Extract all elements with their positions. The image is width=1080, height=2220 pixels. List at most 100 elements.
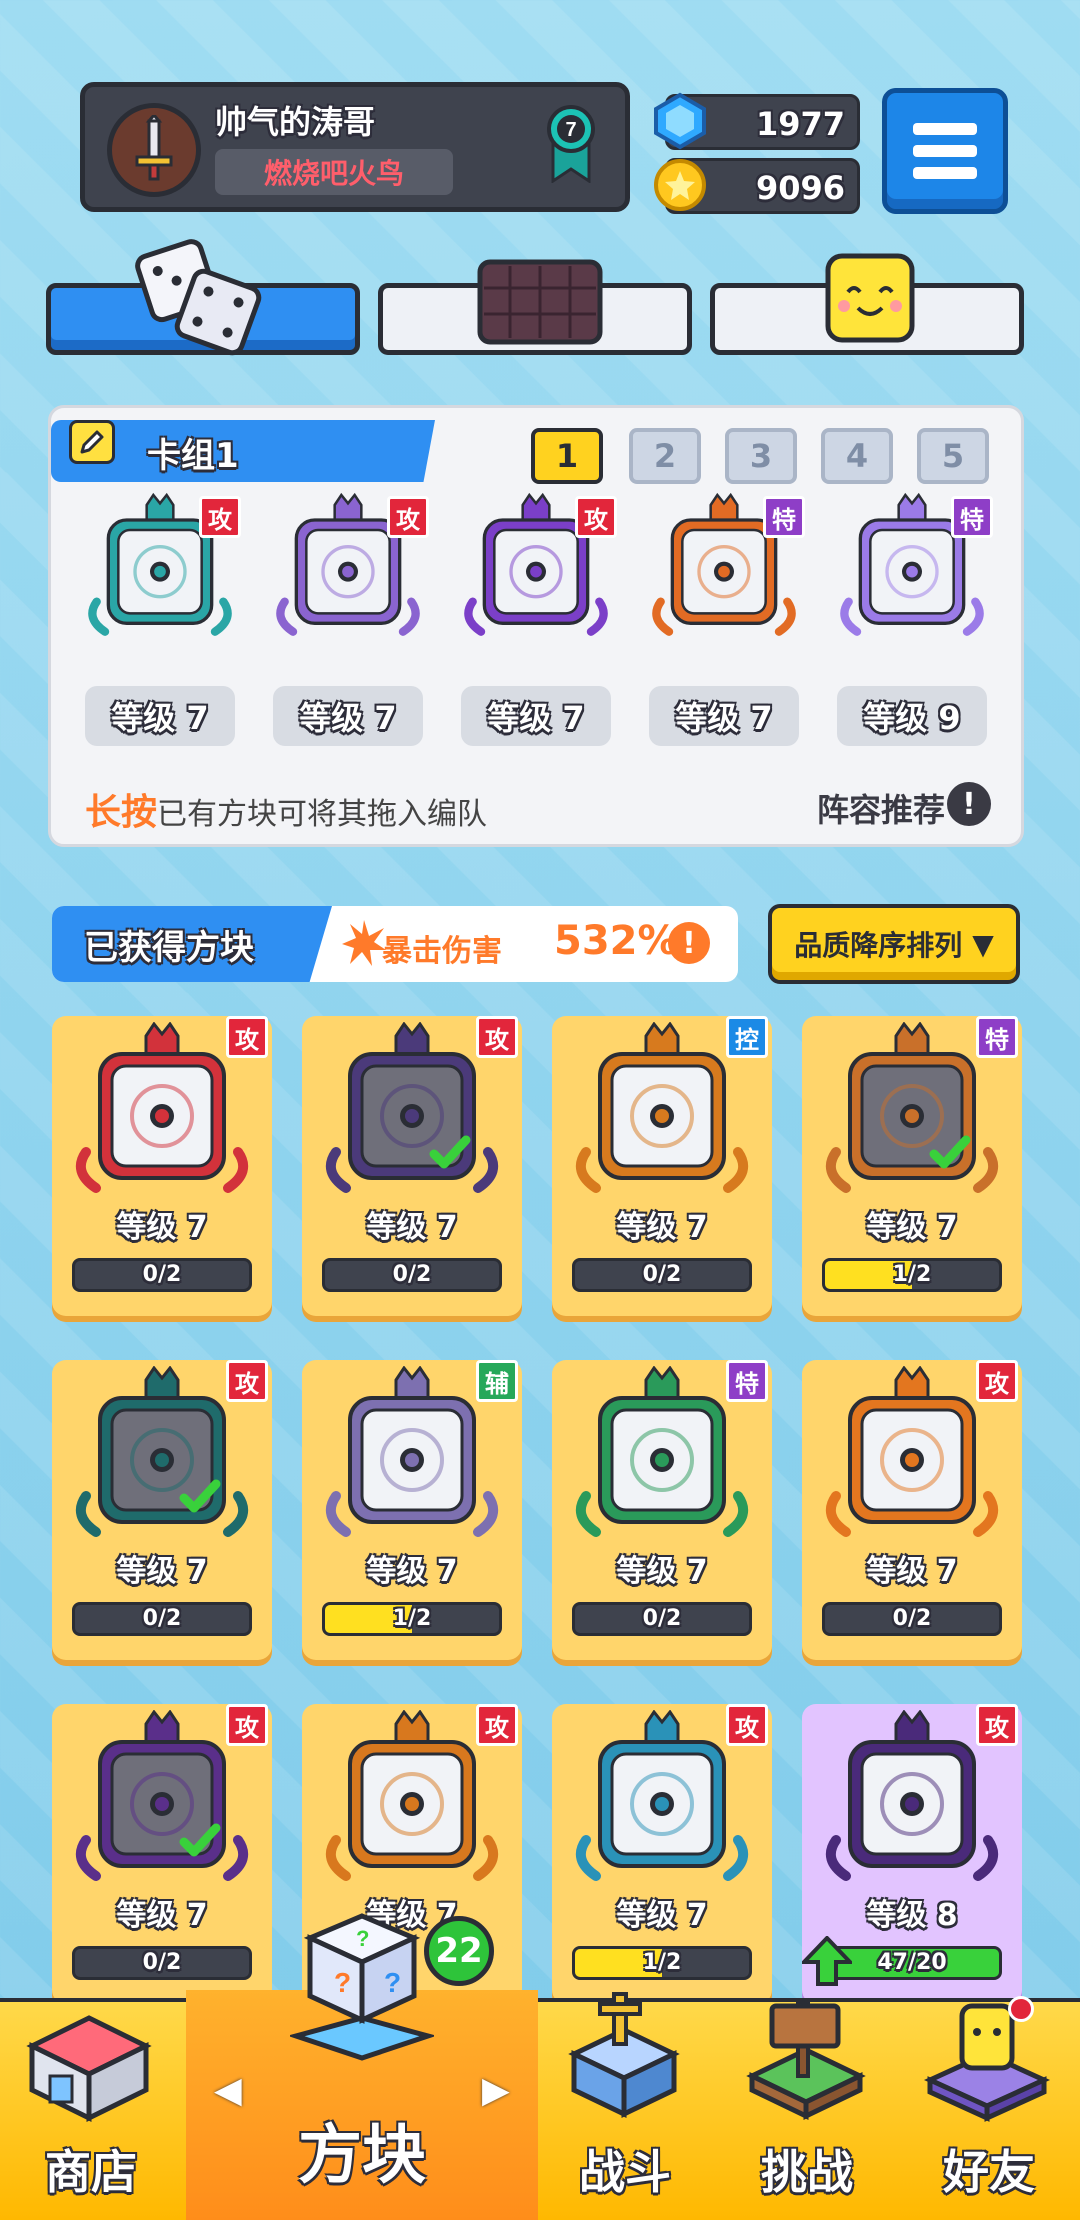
owned-block-card[interactable]: 特等级 7 0/2: [552, 1360, 772, 1660]
player-profile-card[interactable]: 帅气的涛哥 燃烧吧火鸟 7: [80, 82, 630, 212]
block-type-tag: 攻: [226, 1360, 268, 1402]
owned-block-card[interactable]: 攻等级 8 47/20: [802, 1704, 1022, 2004]
block-face: [322, 1021, 502, 1194]
block-type-tag: 攻: [387, 496, 429, 538]
challenge-icon: [746, 2002, 866, 2120]
deck-panel: 卡组1 1 2 3 4 5 攻攻攻特特 等级 7 等级 7 等级 7 等级 7 …: [48, 405, 1024, 847]
deck-tab-5[interactable]: 5: [917, 428, 989, 484]
deck-tab-2[interactable]: 2: [629, 428, 701, 484]
deck-hint: 长按已有方块可将其拖入编队: [85, 783, 487, 835]
dice-icon: [135, 239, 262, 356]
owned-block-card[interactable]: 攻等级 7 0/2: [52, 1360, 272, 1660]
nav-battle[interactable]: 战斗: [534, 1992, 716, 2220]
owned-block-card[interactable]: 特等级 7 1/2: [802, 1016, 1022, 1316]
menu-button[interactable]: [882, 88, 1008, 214]
block-level: 等级 7: [366, 1210, 458, 1245]
block-face: [572, 1021, 752, 1194]
block-face-icon: [825, 1365, 999, 1537]
deck-card-level: 等级 7: [461, 686, 611, 746]
block-type-tag: 特: [976, 1016, 1018, 1058]
deck-card[interactable]: 特: [837, 490, 993, 640]
smile-block-icon: [825, 253, 915, 343]
block-level: 等级 7: [616, 1210, 708, 1245]
owned-block-card[interactable]: 辅等级 7 1/2: [302, 1360, 522, 1660]
deck-card[interactable]: 攻: [461, 490, 617, 640]
deck-tab-3[interactable]: 3: [725, 428, 797, 484]
deck-card-level: 等级 7: [649, 686, 799, 746]
block-face-icon: [575, 1365, 749, 1537]
block-face-icon: [575, 1021, 749, 1193]
block-type-tag: 攻: [476, 1704, 518, 1746]
block-type-tag: 攻: [726, 1704, 768, 1746]
owned-block-card[interactable]: 控等级 7 0/2: [552, 1016, 772, 1316]
menu-icon: [887, 93, 1003, 209]
progress-text: 0/2: [142, 1950, 182, 1975]
avatar[interactable]: [107, 103, 201, 197]
rank-number: 7: [565, 119, 576, 141]
sort-dropdown[interactable]: 品质降序排列 ▼: [768, 904, 1020, 984]
deck-card[interactable]: 特: [649, 490, 805, 640]
block-face-icon: [575, 1709, 749, 1881]
block-type-tag: 攻: [226, 1704, 268, 1746]
nav-shop[interactable]: 商店: [0, 2002, 182, 2220]
edit-deck-button[interactable]: [69, 420, 115, 464]
block-face-icon: [325, 1365, 499, 1537]
gem-icon: [654, 92, 706, 150]
owned-block-card[interactable]: 攻等级 7 1/2: [552, 1704, 772, 2004]
deck-card-level: 等级 7: [273, 686, 423, 746]
deck-card-level: 等级 7: [85, 686, 235, 746]
nav-challenge[interactable]: 挑战: [716, 2002, 898, 2220]
blocks-count-badge: 22: [424, 1916, 494, 1986]
deck-tab-1[interactable]: 1: [531, 428, 603, 484]
block-face: [72, 1021, 252, 1194]
recommend-lineup-button[interactable]: 阵容推荐: [817, 785, 945, 831]
progress-text: 0/2: [892, 1606, 932, 1631]
player-title: 燃烧吧火鸟: [215, 149, 453, 195]
crit-label: 暴击伤害: [382, 934, 502, 969]
block-face-icon: [825, 1021, 999, 1193]
block-face-icon: [325, 1021, 499, 1193]
owned-block-card[interactable]: 攻等级 7 0/2: [52, 1016, 272, 1316]
block-progress-bar: 0/2: [72, 1602, 252, 1636]
nav-blocks[interactable]: ? ? ? ◀ ▶ 方块: [186, 1913, 538, 2220]
owned-block-card[interactable]: 攻等级 7 0/2: [802, 1360, 1022, 1660]
info-icon[interactable]: !: [668, 922, 710, 964]
block-face: [822, 1709, 1002, 1882]
deck-tab-4[interactable]: 4: [821, 428, 893, 484]
owned-block-card[interactable]: 攻等级 7 0/2: [302, 1016, 522, 1316]
block-progress-bar: 0/2: [322, 1258, 502, 1292]
block-progress-bar: 0/2: [822, 1602, 1002, 1636]
svg-text:?: ?: [356, 1926, 369, 1951]
block-type-tag: 攻: [575, 496, 617, 538]
block-level: 等级 7: [116, 1210, 208, 1245]
nav-friends[interactable]: 好友: [898, 2002, 1080, 2220]
block-progress-bar: 0/2: [72, 1946, 252, 1980]
block-face: [572, 1709, 752, 1882]
coin-count: 9096: [755, 169, 845, 207]
gem-counter[interactable]: 1977: [654, 92, 860, 150]
block-face: [322, 1709, 502, 1882]
info-icon[interactable]: !: [947, 782, 991, 826]
block-face: [72, 1365, 252, 1538]
block-type-tag: 攻: [199, 496, 241, 538]
block-level: 等级 7: [866, 1554, 958, 1589]
block-type-tag: 特: [726, 1360, 768, 1402]
block-face: [72, 1709, 252, 1882]
owned-block-card[interactable]: 攻等级 7 0/2: [52, 1704, 272, 2004]
rank-ribbon-icon[interactable]: 7: [545, 103, 597, 183]
deck-card[interactable]: 攻: [85, 490, 241, 640]
block-progress-bar: 0/2: [572, 1258, 752, 1292]
upgrade-arrow-icon: [802, 1936, 852, 1986]
block-type-tag: 攻: [226, 1016, 268, 1058]
nav-blocks-label: 方块: [298, 2119, 426, 2193]
block-progress-bar: 1/2: [572, 1946, 752, 1980]
block-face: [572, 1365, 752, 1538]
deck-hint-text: 已有方块可将其拖入编队: [157, 797, 488, 832]
crit-burst-icon: [342, 920, 386, 966]
sort-label: 品质降序排列: [794, 929, 963, 962]
progress-text: 0/2: [642, 1262, 682, 1287]
block-level: 等级 7: [366, 1554, 458, 1589]
deck-card[interactable]: 攻: [273, 490, 429, 640]
progress-text: 0/2: [642, 1606, 682, 1631]
coin-counter[interactable]: 9096: [654, 158, 860, 214]
